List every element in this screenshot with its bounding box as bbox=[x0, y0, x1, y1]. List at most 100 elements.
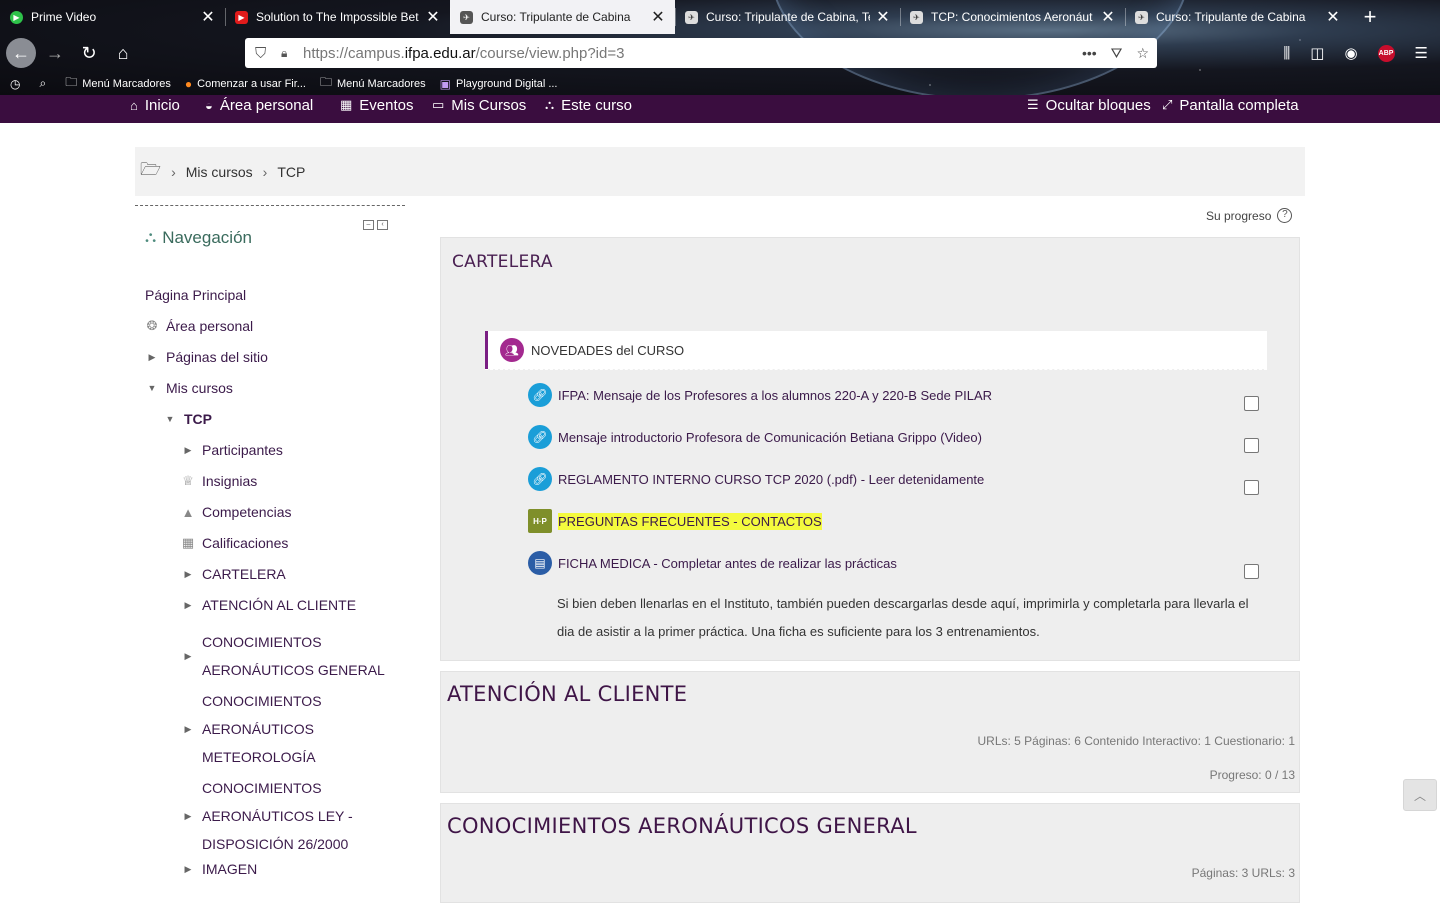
forward-button[interactable]: → bbox=[40, 38, 70, 68]
section-title[interactable]: CARTELERA bbox=[452, 252, 553, 272]
nav-eventos[interactable]: ▦ Eventos bbox=[340, 95, 414, 115]
search-icon[interactable]: ⌕ bbox=[39, 76, 51, 91]
nav-tcp[interactable]: ▼ TCP bbox=[163, 411, 212, 427]
menu-hamburger-icon[interactable]: ☰ bbox=[1415, 44, 1428, 62]
nav-conoc-meteorologia[interactable]: ▶ CONOCIMIENTOS AERONÁUTICOS METEOROLOGÍA bbox=[181, 687, 392, 771]
nav-ocultar-bloques[interactable]: ☰ Ocultar bloques bbox=[1027, 95, 1151, 115]
close-tab-icon[interactable]: ✕ bbox=[876, 7, 890, 27]
close-tab-icon[interactable]: ✕ bbox=[651, 7, 665, 27]
tab-curso-2[interactable]: ✈ Curso: Tripulante de Cabina, Te ✕ bbox=[675, 0, 900, 34]
tab-title: Curso: Tripulante de Cabina, Te bbox=[706, 10, 870, 24]
breadcrumb-mis-cursos[interactable]: Mis cursos bbox=[186, 164, 253, 180]
library-icon[interactable]: ⫼ bbox=[1283, 45, 1290, 62]
activity-h5p[interactable]: H·P PREGUNTAS FRECUENTES - CONTACTOS bbox=[528, 509, 822, 533]
activity-page[interactable]: ▤ FICHA MEDICA - Completar antes de real… bbox=[528, 551, 897, 575]
tab-prime-video[interactable]: ▶ Prime Video ✕ bbox=[0, 0, 225, 34]
url-text[interactable]: https://campus.ifpa.edu.ar/course/view.p… bbox=[303, 45, 624, 62]
tab-title: Curso: Tripulante de Cabina bbox=[1156, 10, 1306, 24]
new-tab-button[interactable]: + bbox=[1350, 0, 1390, 34]
activity-url[interactable]: 🔗︎ REGLAMENTO INTERNO CURSO TCP 2020 (.p… bbox=[528, 467, 984, 491]
navigation-block-header: ⛬ Navegación bbox=[145, 228, 252, 248]
adblock-plus-icon[interactable]: ABP bbox=[1377, 44, 1395, 62]
bookmark-comenzar-firefox[interactable]: ● Comenzar a usar Fir... bbox=[185, 77, 306, 91]
nav-pantalla-completa[interactable]: ⤢ Pantalla completa bbox=[1162, 95, 1299, 115]
divider bbox=[485, 369, 1267, 370]
nav-area-personal[interactable]: ◒ Área personal bbox=[205, 95, 313, 115]
collapse-block-icon[interactable]: – bbox=[363, 220, 374, 230]
caret-right-icon: ▶ bbox=[184, 723, 192, 734]
nav-atencion[interactable]: ▶ ATENCIÓN AL CLIENTE bbox=[181, 597, 357, 613]
close-tab-icon[interactable]: ✕ bbox=[426, 7, 440, 27]
folder-open-icon[interactable]: 🗁 bbox=[140, 157, 161, 186]
nav-paginas-sitio[interactable]: ▶ Páginas del sitio bbox=[145, 349, 268, 365]
completion-checkbox[interactable] bbox=[1244, 438, 1259, 453]
folder-icon: 🗀 bbox=[319, 75, 332, 89]
completion-checkbox[interactable] bbox=[1244, 480, 1259, 495]
bookmark-playground-digital[interactable]: ▣ Playground Digital ... bbox=[440, 77, 558, 91]
nav-inicio[interactable]: ⌂ Inicio bbox=[130, 95, 180, 115]
tab-curso-3[interactable]: ✈ Curso: Tripulante de Cabina ✕ bbox=[1125, 0, 1350, 34]
home-button[interactable]: ⌂ bbox=[108, 38, 138, 68]
history-icon[interactable]: ◷ bbox=[10, 77, 25, 91]
nav-este-curso[interactable]: ⛬ Este curso bbox=[545, 95, 632, 115]
moodle-favicon-icon: ✈ bbox=[1135, 10, 1148, 24]
address-bar[interactable]: ⛉ 🔒︎ https://campus.ifpa.edu.ar/course/v… bbox=[245, 38, 1157, 68]
tab-youtube[interactable]: ▶ Solution to The Impossible Bet ✕ bbox=[225, 0, 450, 34]
close-tab-icon[interactable]: ✕ bbox=[1326, 7, 1340, 27]
tab-title: Curso: Tripulante de Cabina bbox=[481, 10, 631, 24]
activity-url[interactable]: 🔗︎ IFPA: Mensaje de los Profesores a los… bbox=[528, 383, 992, 407]
dock-block-icon[interactable]: ‹ bbox=[377, 220, 388, 230]
lock-icon[interactable]: 🔒︎ bbox=[281, 46, 295, 61]
tab-curso-active[interactable]: ✈ Curso: Tripulante de Cabina ✕ bbox=[450, 0, 675, 34]
nav-mis-cursos-item[interactable]: ▼ Mis cursos bbox=[145, 380, 233, 396]
back-to-top-button[interactable]: ︿ bbox=[1403, 779, 1437, 811]
page-actions-icon[interactable]: ••• bbox=[1082, 45, 1097, 62]
close-tab-icon[interactable]: ✕ bbox=[201, 7, 215, 27]
nav-conoc-ley[interactable]: ▶ CONOCIMIENTOS AERONÁUTICOS LEY - DISPOSI… bbox=[181, 774, 392, 858]
bookmark-menu-marcadores[interactable]: 🗀 Menú Marcadores bbox=[65, 73, 171, 94]
activity-description: Si bien deben llenarlas en el Instituto,… bbox=[557, 596, 1249, 639]
back-button[interactable]: ← bbox=[6, 38, 36, 68]
completion-checkbox[interactable] bbox=[1244, 564, 1259, 579]
nav-mis-cursos[interactable]: ▭ Mis Cursos bbox=[432, 95, 526, 115]
completion-checkbox[interactable] bbox=[1244, 396, 1259, 411]
navigation-block: ⛬ Navegación – ‹ Página Principal ❂ Área … bbox=[135, 205, 405, 877]
caret-down-icon: ▼ bbox=[165, 414, 175, 424]
activity-url[interactable]: 🔗︎ Mensaje introductorio Profesora de Co… bbox=[528, 425, 982, 449]
nav-imagen[interactable]: ▶ IMAGEN bbox=[181, 861, 258, 877]
navigation-block-title: Navegación bbox=[162, 228, 252, 247]
sitemap-icon: ⛬ bbox=[545, 97, 555, 112]
forum-novedades[interactable]: 👥︎ NOVEDADES del CURSO bbox=[485, 331, 1267, 369]
chevron-right-icon: › bbox=[171, 163, 176, 180]
bookmark-star-icon[interactable]: ☆ bbox=[1136, 45, 1149, 62]
nav-area-personal-item[interactable]: ❂ Área personal bbox=[145, 318, 254, 334]
section-cartelera: CARTELERA 👥︎ NOVEDADES del CURSO 🔗︎ IFPA… bbox=[440, 237, 1300, 661]
breadcrumb-tcp[interactable]: TCP bbox=[277, 164, 305, 180]
section-progress: Progreso: 0 / 13 bbox=[1209, 768, 1295, 782]
nav-insignias[interactable]: ♕ Insignias bbox=[181, 473, 257, 489]
nav-calificaciones[interactable]: ▦ Calificaciones bbox=[181, 535, 289, 551]
help-icon[interactable]: ? bbox=[1277, 208, 1293, 223]
tracking-shield-icon[interactable]: ⛉ bbox=[255, 45, 269, 62]
tab-title: Prime Video bbox=[31, 10, 97, 24]
nav-pagina-principal[interactable]: Página Principal bbox=[145, 287, 246, 303]
section-title[interactable]: CONOCIMIENTOS AERONÁUTICOS GENERAL bbox=[447, 814, 917, 838]
close-tab-icon[interactable]: ✕ bbox=[1101, 7, 1115, 27]
tab-tcp[interactable]: ✈ TCP: Conocimientos Aeronáut ✕ bbox=[900, 0, 1125, 34]
competencies-icon: ▲ bbox=[181, 504, 195, 520]
youtube-favicon-icon: ▶ bbox=[235, 10, 248, 24]
nav-participantes[interactable]: ▶ Participantes bbox=[181, 442, 283, 458]
bookmark-menu-marcadores-2[interactable]: 🗀 Menú Marcadores bbox=[320, 73, 426, 94]
reload-button[interactable]: ↻ bbox=[74, 38, 104, 68]
sidebar-icon[interactable]: ◫ bbox=[1310, 44, 1324, 62]
nav-cartelera[interactable]: ▶ CARTELERA bbox=[181, 566, 286, 582]
section-title[interactable]: ATENCIÓN AL CLIENTE bbox=[447, 682, 687, 706]
link-icon: 🔗︎ bbox=[528, 383, 552, 407]
chevron-up-icon: ︿ bbox=[1413, 788, 1426, 803]
caret-right-icon: ▶ bbox=[184, 863, 192, 874]
pocket-icon[interactable]: ⛛ bbox=[1111, 45, 1123, 62]
firefox-icon: ● bbox=[184, 76, 193, 91]
nav-competencias[interactable]: ▲ Competencias bbox=[181, 504, 292, 520]
nav-conoc-general[interactable]: ▶ CONOCIMIENTOS AERONÁUTICOS GENERAL bbox=[181, 628, 392, 684]
account-icon[interactable]: ◉ bbox=[1344, 44, 1357, 62]
